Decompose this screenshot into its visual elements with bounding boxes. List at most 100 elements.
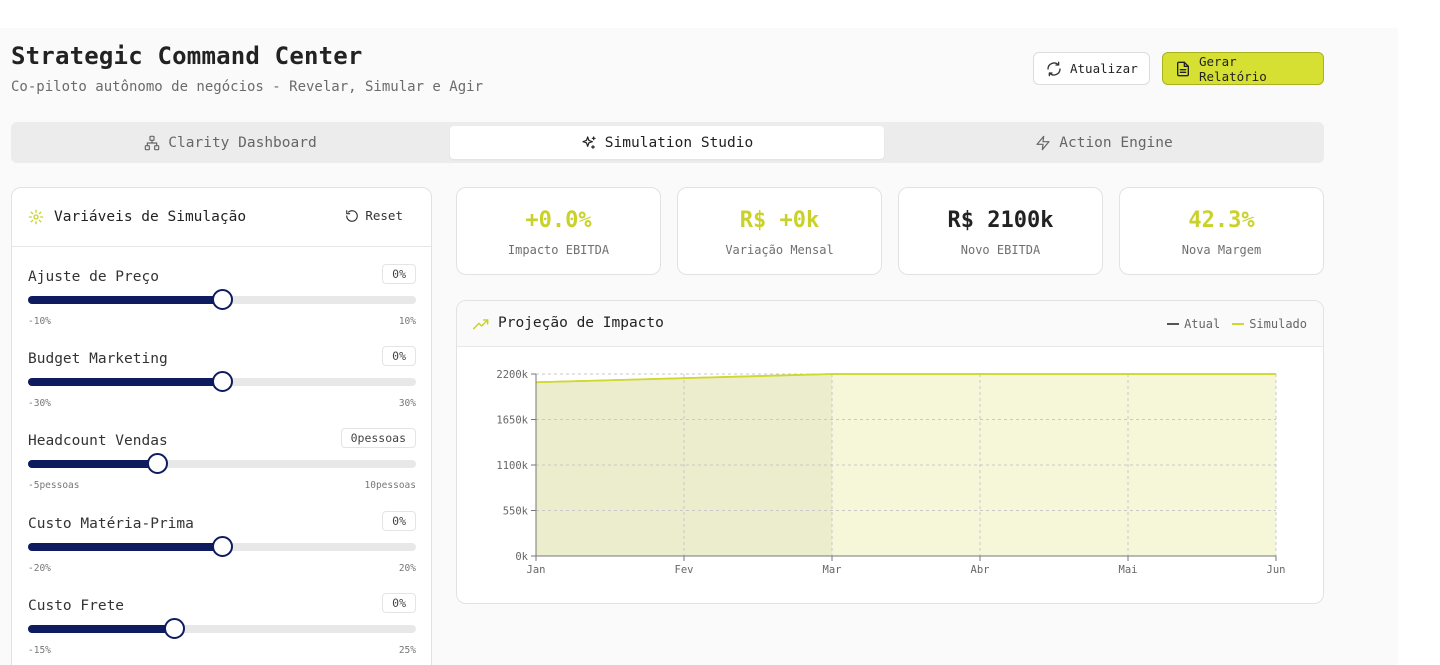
kpi-variacao-mensal: R$ +0k Variação Mensal <box>677 187 882 275</box>
kpi-label: Novo EBITDA <box>960 243 1041 257</box>
x-tick-label: Abr <box>971 564 990 576</box>
y-tick-label: 2200k <box>496 369 528 381</box>
chart-legend: Atual Simulado <box>1167 317 1307 331</box>
slider-fill <box>28 543 222 551</box>
kpi-nova-margem: 42.3% Nova Margem <box>1119 187 1324 275</box>
slider-fill <box>28 378 222 386</box>
slider-track[interactable] <box>28 371 416 392</box>
x-tick-label: Jun <box>1267 564 1286 576</box>
y-tick-label: 550k <box>503 506 529 518</box>
sparkles-icon <box>582 135 596 149</box>
slider-label: Budget Marketing <box>28 351 168 367</box>
slider-min: -15% <box>28 645 51 656</box>
kpi-value: R$ +0k <box>739 208 820 233</box>
slider-label: Custo Frete <box>28 598 125 614</box>
legend-item-simulado: Simulado <box>1232 317 1307 331</box>
slider-value: 0% <box>382 346 416 366</box>
panel-title: Variáveis de Simulação <box>54 209 247 225</box>
slider-fill <box>28 625 174 633</box>
y-tick-label: 1650k <box>496 415 528 427</box>
slider-thumb[interactable] <box>212 289 233 310</box>
x-tick-label: Jan <box>527 564 546 576</box>
slider-label: Ajuste de Preço <box>28 269 159 285</box>
slider-min: -5pessoas <box>28 480 80 491</box>
impact-chart: 0k 550k 1100k 1650k 2200k Jan Fev Mar Abr Mai Jun <box>496 369 1286 576</box>
tab-clarity-dashboard[interactable]: Clarity Dashboard <box>15 126 446 159</box>
network-icon <box>145 135 160 150</box>
generate-report-button[interactable]: Gerar Relatório <box>1162 52 1324 85</box>
reset-label: Reset <box>365 208 403 223</box>
legend-label: Simulado <box>1249 317 1307 331</box>
slider-thumb[interactable] <box>147 453 169 474</box>
tab-bar: Clarity Dashboard Simulation Studio Acti… <box>11 122 1324 163</box>
slider-fill <box>28 296 222 304</box>
kpi-novo-ebitda: R$ 2100k Novo EBITDA <box>898 187 1103 275</box>
slider-min: -10% <box>28 316 51 327</box>
x-tick-label: Mar <box>823 564 842 576</box>
slider-budget-marketing: Budget Marketing 0% -30% 30% <box>28 346 416 426</box>
x-tick-label: Fev <box>675 564 694 576</box>
report-label: Gerar Relatório <box>1199 53 1267 84</box>
tab-action-engine[interactable]: Action Engine <box>888 126 1320 159</box>
slider-max: 25% <box>398 645 416 656</box>
slider-value: 0% <box>382 593 416 613</box>
slider-track[interactable] <box>28 453 416 474</box>
refresh-button[interactable]: Atualizar <box>1033 52 1150 85</box>
reset-icon <box>346 209 359 222</box>
chart-header: Projeção de Impacto Atual Simulado <box>457 301 1323 347</box>
kpi-impacto-ebitda: +0.0% Impacto EBITDA <box>456 187 661 275</box>
slider-max: 20% <box>398 563 416 574</box>
slider-track[interactable] <box>28 289 416 310</box>
trending-up-icon <box>473 319 489 330</box>
slider-track[interactable] <box>28 618 416 639</box>
legend-label: Atual <box>1184 317 1221 331</box>
slider-value: 0% <box>382 511 416 531</box>
slider-label: Headcount Vendas <box>28 433 168 449</box>
page-title: Strategic Command Center <box>11 42 363 70</box>
legend-item-atual: Atual <box>1167 317 1220 331</box>
slider-max: 30% <box>398 398 416 409</box>
chart-title: Projeção de Impacto <box>498 315 664 331</box>
tab-label: Clarity Dashboard <box>168 134 317 151</box>
legend-swatch <box>1167 323 1180 325</box>
reset-button[interactable]: Reset <box>345 208 403 223</box>
slider-fill <box>28 460 158 468</box>
kpi-value: R$ 2100k <box>947 208 1054 233</box>
slider-value: 0% <box>382 264 416 284</box>
slider-track[interactable] <box>28 536 416 557</box>
slider-value: 0pessoas <box>340 428 416 448</box>
tab-label: Simulation Studio <box>604 134 754 151</box>
slider-headcount-vendas: Headcount Vendas 0pessoas -5pessoas 10pe… <box>28 428 416 508</box>
slider-max: 10pessoas <box>364 480 416 491</box>
slider-min: -30% <box>28 398 51 409</box>
legend-swatch <box>1232 323 1245 325</box>
slider-custo-frete: Custo Frete 0% -15% 25% <box>28 593 416 665</box>
refresh-label: Atualizar <box>1070 61 1138 76</box>
slider-thumb[interactable] <box>212 371 233 392</box>
slider-label: Custo Matéria-Prima <box>28 516 194 532</box>
kpi-label: Variação Mensal <box>725 243 834 257</box>
slider-custo-materia-prima: Custo Matéria-Prima 0% -20% 20% <box>28 511 416 591</box>
tab-simulation-studio[interactable]: Simulation Studio <box>450 126 884 159</box>
slider-ajuste-preco: Ajuste de Preço 0% -10% 10% <box>28 264 416 344</box>
document-icon <box>1177 61 1189 76</box>
slider-max: 10% <box>398 316 416 327</box>
simulation-variables-panel: Variáveis de Simulação Reset Ajuste de P… <box>11 187 432 665</box>
impact-projection-card: Projeção de Impacto Atual Simulado 0k 550… <box>456 300 1324 604</box>
tab-label: Action Engine <box>1059 134 1173 151</box>
y-tick-label: 1100k <box>496 460 528 472</box>
slider-thumb[interactable] <box>163 618 185 639</box>
slider-min: -20% <box>28 563 51 574</box>
x-tick-label: Mai <box>1119 564 1138 576</box>
kpi-value: +0.0% <box>525 208 592 233</box>
lightning-icon <box>1036 135 1050 150</box>
page-subtitle: Co-piloto autônomo de negócios - Revelar… <box>11 79 484 95</box>
kpi-value: 42.3% <box>1188 208 1255 233</box>
panel-header: Variáveis de Simulação Reset <box>12 188 431 247</box>
kpi-label: Nova Margem <box>1181 243 1262 257</box>
kpi-label: Impacto EBITDA <box>507 243 610 257</box>
refresh-icon <box>1047 61 1061 76</box>
gear-icon <box>28 209 44 225</box>
y-tick-label: 0k <box>515 551 528 563</box>
slider-thumb[interactable] <box>212 536 233 557</box>
